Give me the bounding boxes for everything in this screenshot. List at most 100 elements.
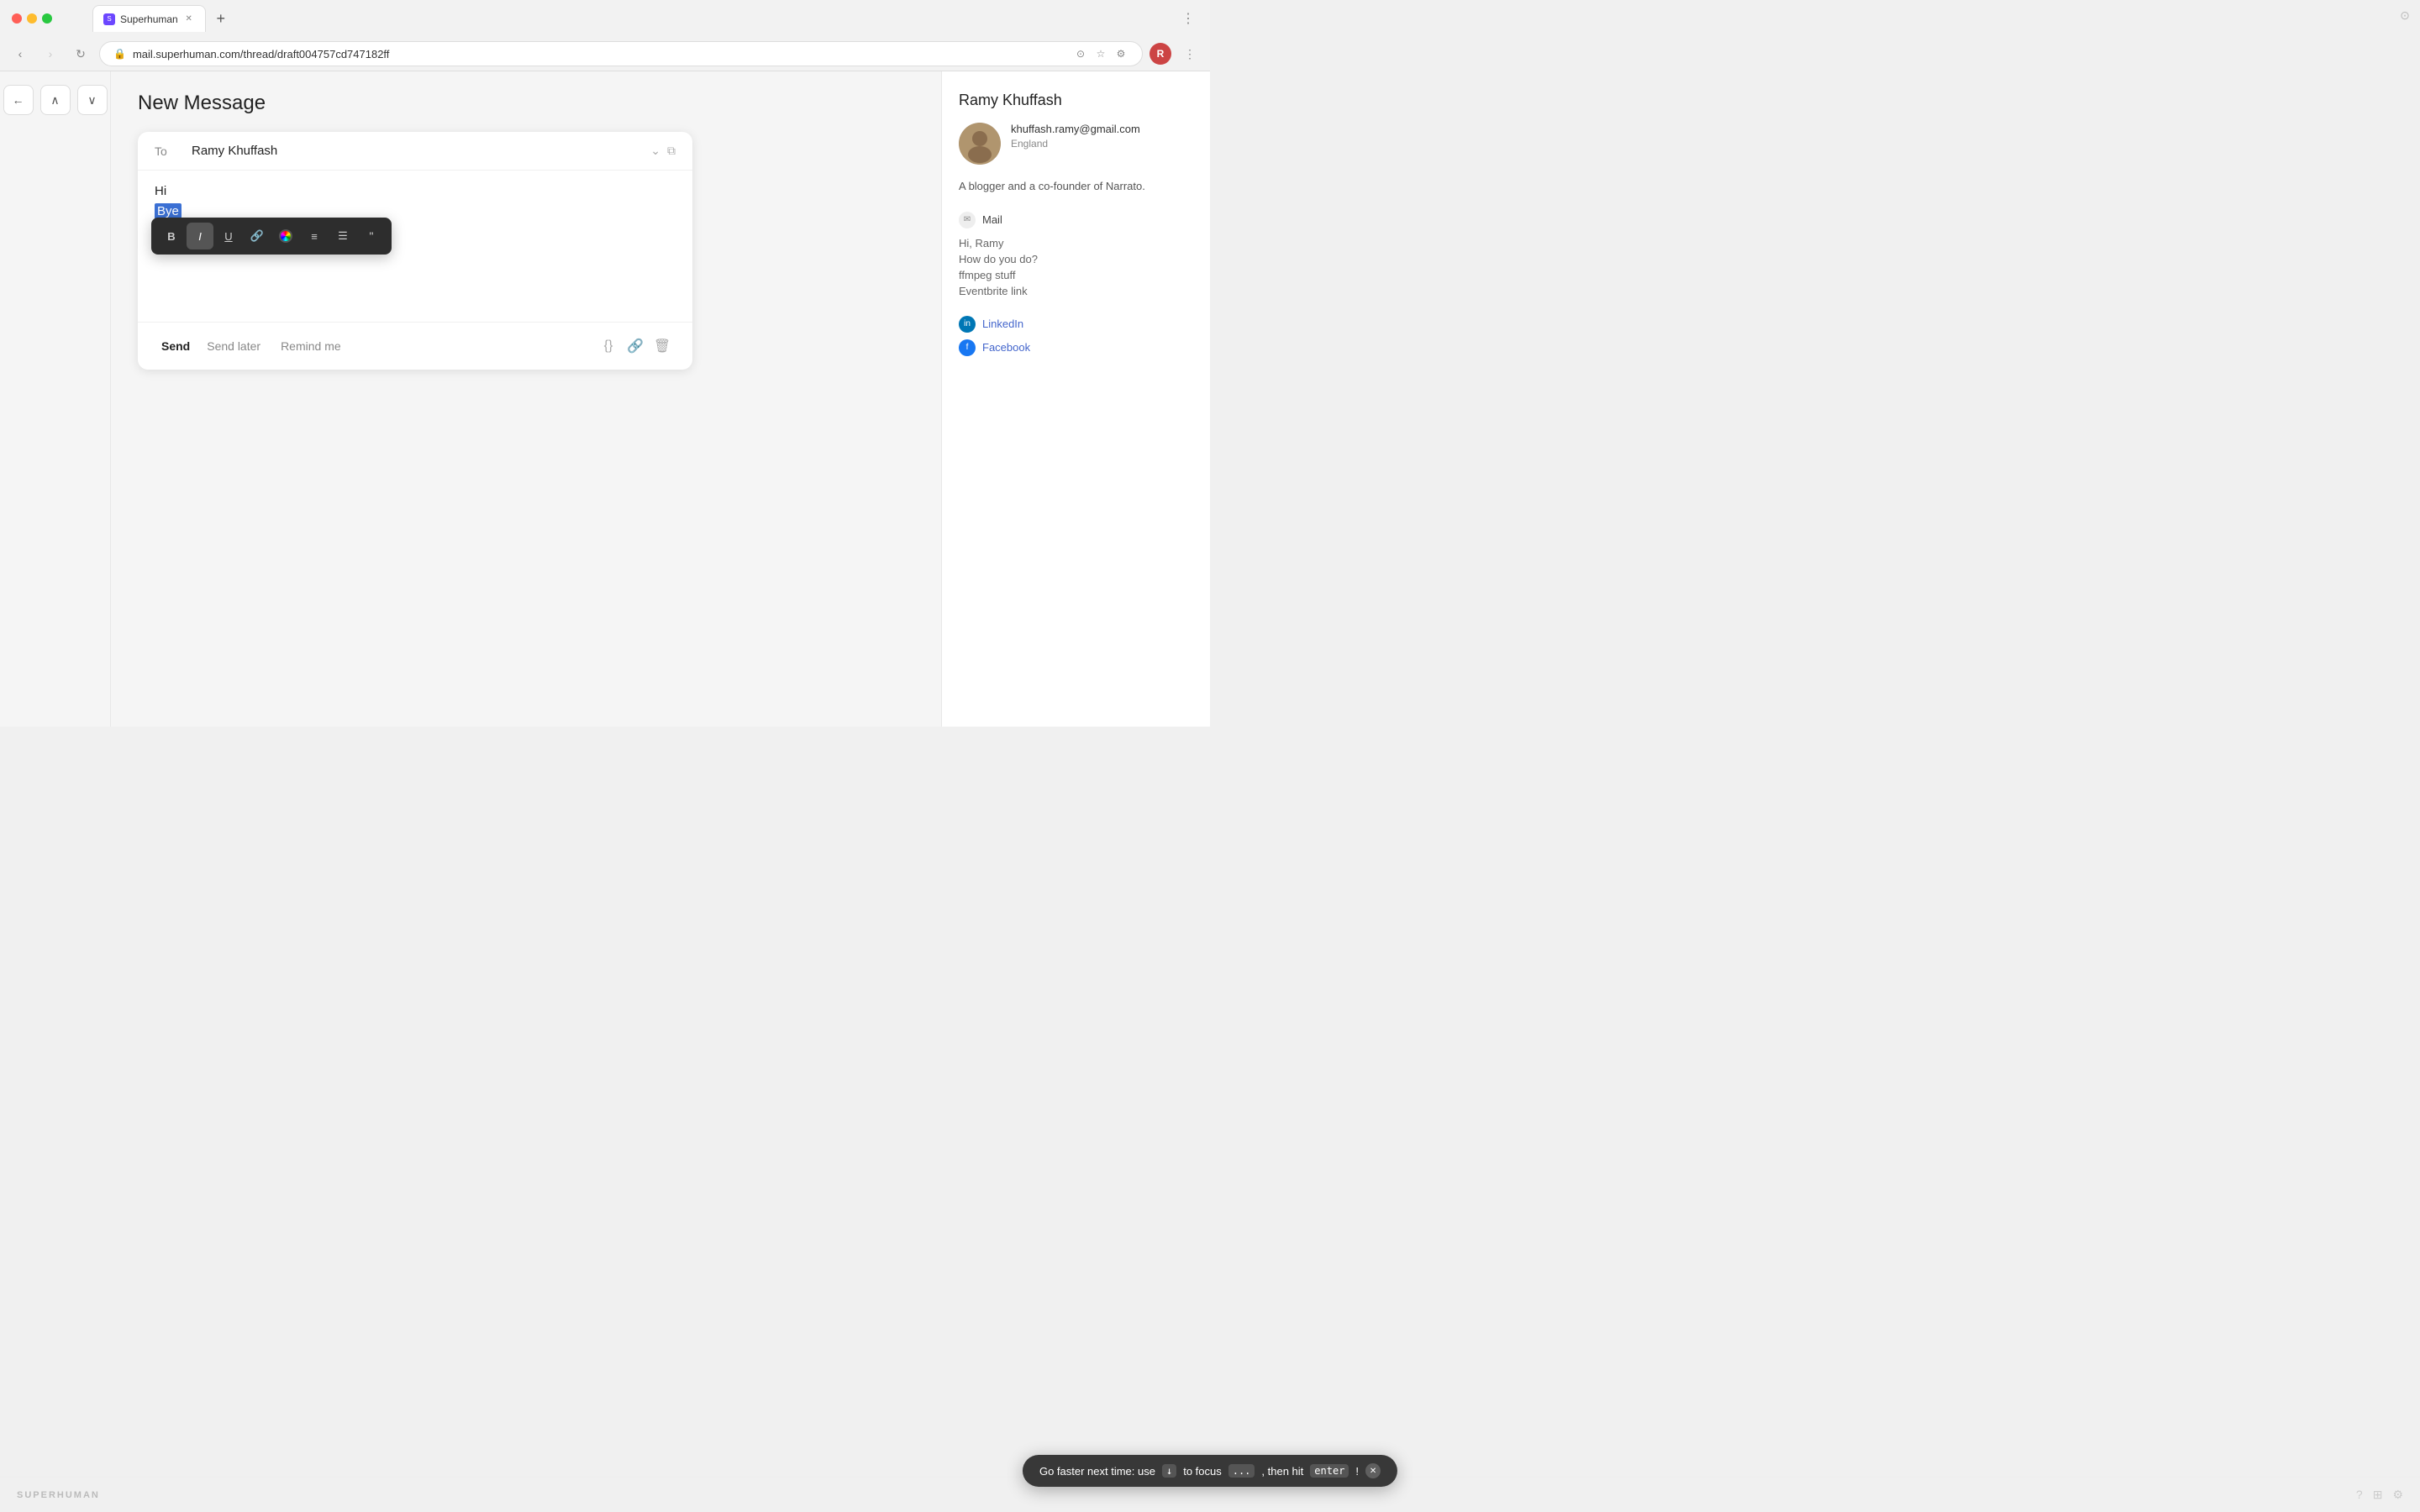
remind-me-button[interactable]: Remind me	[271, 336, 351, 356]
facebook-link[interactable]: Facebook	[982, 341, 1030, 354]
address-bar[interactable]: 🔒 mail.superhuman.com/thread/draft004757…	[99, 41, 1143, 66]
right-panel: ⊙ Ramy Khuffash khuffash.ramy@gmail.com …	[941, 71, 1210, 727]
up-arrow-icon: ∧	[50, 93, 59, 108]
avatar-image	[959, 123, 1001, 165]
sidebar-up-button[interactable]: ∧	[40, 85, 71, 115]
quote-icon: "	[370, 229, 374, 243]
ordered-list-icon: ≡	[311, 230, 318, 243]
mail-thread-list: Hi, Ramy How do you do? ffmpeg stuff Eve…	[959, 235, 1193, 299]
link-attach-icon: 🔗	[627, 338, 644, 354]
facebook-row: f Facebook	[959, 336, 1193, 360]
active-tab[interactable]: S Superhuman ✕	[92, 5, 206, 32]
mail-section-label: Mail	[982, 213, 1002, 226]
mail-thread-item[interactable]: ffmpeg stuff	[959, 267, 1193, 283]
close-window-button[interactable]	[12, 13, 22, 24]
expand-recipients-icon[interactable]: ⌄	[650, 144, 660, 158]
sidebar-down-button[interactable]: ∨	[77, 85, 108, 115]
send-later-button[interactable]: Send later	[197, 336, 271, 356]
minimize-window-button[interactable]	[27, 13, 37, 24]
send-button[interactable]: Send	[155, 336, 197, 356]
tab-close-button[interactable]: ✕	[183, 13, 195, 25]
profile-button[interactable]: R	[1150, 43, 1171, 65]
mail-thread-item[interactable]: Hi, Ramy	[959, 235, 1193, 251]
linkedin-icon: in	[959, 316, 976, 333]
to-label: To	[155, 144, 178, 158]
window-controls: ⋮	[1181, 10, 1198, 27]
italic-icon: I	[198, 230, 202, 243]
ordered-list-button[interactable]: ≡	[301, 223, 328, 249]
compose-hi-text: Hi	[155, 184, 676, 198]
compose-to-actions: ⌄ ⧉	[650, 144, 676, 158]
contact-name: Ramy Khuffash	[959, 92, 1193, 109]
toast-notification: Go faster next time: use ↓ to focus ... …	[1023, 1455, 1397, 1487]
copy-recipient-icon[interactable]: ⧉	[667, 144, 676, 158]
compose-footer: Send Send later Remind me {} 🔗 🗑	[138, 322, 692, 370]
linkedin-row: in LinkedIn	[959, 312, 1193, 336]
mail-icon: ✉	[964, 215, 971, 224]
main-content: New Message To Ramy Khuffash ⌄ ⧉ Hi Bye …	[111, 71, 941, 727]
traffic-lights	[12, 13, 52, 24]
quote-button[interactable]: "	[358, 223, 385, 249]
back-button[interactable]: ‹	[8, 42, 32, 66]
toast-message-middle: to focus	[1183, 1465, 1222, 1478]
color-picker-icon	[279, 229, 292, 243]
link-button[interactable]: 🔗	[244, 223, 271, 249]
tab-favicon: S	[103, 13, 115, 25]
linkedin-link[interactable]: LinkedIn	[982, 318, 1023, 330]
unordered-list-button[interactable]: ☰	[329, 223, 356, 249]
social-section: in LinkedIn f Facebook	[959, 312, 1193, 360]
toast-message-prefix: Go faster next time: use	[1039, 1465, 1155, 1478]
toast-key2: ...	[1228, 1464, 1255, 1478]
contact-avatar	[959, 123, 1001, 165]
unordered-list-icon: ☰	[338, 229, 348, 243]
attach-link-button[interactable]: 🔗	[622, 333, 649, 360]
contact-bio: A blogger and a co-founder of Narrato.	[959, 178, 1193, 195]
browser-chrome: S Superhuman ✕ + ⋮ ‹ › ↻ 🔒 mail.superhum…	[0, 0, 1210, 71]
forward-button[interactable]: ›	[39, 42, 62, 66]
template-button[interactable]: {}	[595, 333, 622, 360]
tab-title: Superhuman	[120, 13, 178, 25]
sidebar-nav: ← ∧ ∨	[3, 85, 108, 115]
compose-card: To Ramy Khuffash ⌄ ⧉ Hi Bye B I U	[138, 132, 692, 370]
page-title: New Message	[138, 92, 914, 115]
sidebar-back-button[interactable]: ←	[3, 85, 34, 115]
compose-to-row: To Ramy Khuffash ⌄ ⧉	[138, 132, 692, 171]
color-button[interactable]	[272, 223, 299, 249]
contact-email: khuffash.ramy@gmail.com	[1011, 123, 1193, 135]
sidebar: ← ∧ ∨	[0, 71, 111, 727]
link-icon: 🔗	[250, 229, 264, 243]
contact-location: England	[1011, 138, 1193, 150]
reload-button[interactable]: ↻	[69, 42, 92, 66]
compose-recipient[interactable]: Ramy Khuffash	[192, 144, 637, 158]
reader-mode-icon[interactable]: ⊙	[1073, 46, 1088, 61]
formatting-toolbar: B I U 🔗 ≡ ☰	[151, 218, 392, 255]
extensions-icon[interactable]: ⚙	[1113, 46, 1128, 61]
contact-details: khuffash.ramy@gmail.com England	[1011, 123, 1193, 150]
back-arrow-icon: ←	[13, 93, 24, 107]
address-icons: ⊙ ☆ ⚙	[1073, 46, 1128, 61]
down-arrow-icon: ∨	[87, 93, 96, 108]
toast-message-suffix: !	[1355, 1465, 1359, 1478]
maximize-window-button[interactable]	[42, 13, 52, 24]
compose-body[interactable]: Hi Bye B I U 🔗 ≡	[138, 171, 692, 322]
address-bar-row: ‹ › ↻ 🔒 mail.superhuman.com/thread/draft…	[0, 37, 1210, 71]
url-text: mail.superhuman.com/thread/draft004757cd…	[133, 48, 1066, 60]
mail-section-header: ✉ Mail	[959, 212, 1193, 228]
mail-section: ✉ Mail Hi, Ramy How do you do? ffmpeg st…	[959, 212, 1193, 299]
toast-close-button[interactable]: ✕	[1365, 1463, 1381, 1478]
trash-icon: 🗑	[654, 338, 671, 354]
bold-button[interactable]: B	[158, 223, 185, 249]
mail-thread-item[interactable]: Eventbrite link	[959, 283, 1193, 299]
toast-key3: enter	[1310, 1464, 1349, 1478]
more-options-button[interactable]: ⋮	[1178, 42, 1202, 66]
italic-button[interactable]: I	[187, 223, 213, 249]
template-icon: {}	[604, 339, 613, 354]
toast-key1: ↓	[1162, 1464, 1176, 1478]
mail-section-icon: ✉	[959, 212, 976, 228]
contact-info-row: khuffash.ramy@gmail.com England	[959, 123, 1193, 165]
new-tab-button[interactable]: +	[209, 7, 233, 30]
mail-thread-item[interactable]: How do you do?	[959, 251, 1193, 267]
delete-draft-button[interactable]: 🗑	[649, 333, 676, 360]
underline-button[interactable]: U	[215, 223, 242, 249]
bookmark-icon[interactable]: ☆	[1093, 46, 1108, 61]
